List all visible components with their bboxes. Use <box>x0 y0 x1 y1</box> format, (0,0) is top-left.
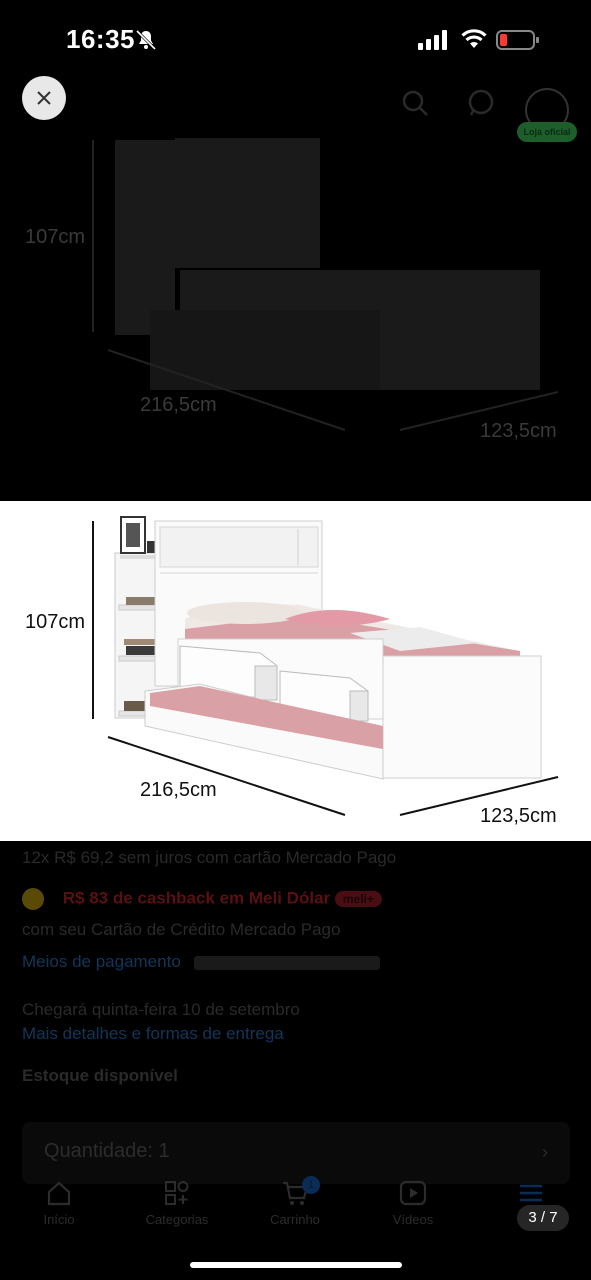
official-store-badge: Loja oficial <box>517 122 577 142</box>
height-dimension-label: 107cm <box>25 611 86 633</box>
background-width-label: 123,5cm <box>480 420 557 442</box>
home-indicator[interactable] <box>190 1262 402 1268</box>
cashback-row: R$ 83 de cashback em Meli Dólar meli+ <box>22 888 382 910</box>
product-image[interactable]: 107cm 216,5cm 123,5cm <box>0 501 591 841</box>
nav-cart[interactable]: 1 Carrinho <box>250 1176 340 1227</box>
cashback-text: R$ 83 de cashback em Meli Dólar <box>62 888 331 908</box>
nav-videos-label: Vídeos <box>392 1212 434 1227</box>
nav-categories[interactable]: Categorias <box>132 1178 222 1227</box>
delivery-details-link[interactable]: Mais detalhes e formas de entrega <box>22 1024 284 1044</box>
meli-coin-icon <box>22 888 44 910</box>
width-dimension-label: 123,5cm <box>480 805 557 827</box>
nav-cart-label: Carrinho <box>270 1212 320 1227</box>
nav-home[interactable]: Início <box>14 1178 104 1227</box>
close-button[interactable] <box>22 76 66 120</box>
background-product-image <box>92 138 559 431</box>
home-icon <box>47 1181 71 1206</box>
cart-count-badge: 1 <box>302 1176 320 1194</box>
payment-methods-link-label[interactable]: Meios de pagamento <box>22 952 181 971</box>
image-page-counter: 3 / 7 <box>517 1205 569 1231</box>
nav-categories-label: Categorias <box>145 1212 209 1227</box>
categories-icon <box>165 1181 189 1205</box>
nav-videos[interactable]: Vídeos <box>368 1178 458 1227</box>
length-dimension-label: 216,5cm <box>140 779 217 801</box>
background-length-label: 216,5cm <box>140 394 217 416</box>
bed-illustration <box>92 516 559 816</box>
close-icon <box>37 91 51 105</box>
stock-text: Estoque disponível <box>22 1066 178 1085</box>
card-note: com seu Cartão de Crédito Mercado Pago <box>22 920 341 939</box>
background-height-label: 107cm <box>25 226 86 248</box>
search-icon[interactable] <box>400 88 430 118</box>
meli-plus-badge: meli+ <box>334 891 382 908</box>
payment-methods-link[interactable]: Meios de pagamento <box>22 952 380 972</box>
quantity-label: Quantidade: 1 <box>44 1140 170 1162</box>
payment-logos-icon <box>193 955 380 970</box>
arrival-text: Chegará quinta-feira 10 de setembro <box>22 1000 300 1019</box>
installments-text: 12x R$ 69,2 sem juros com cartão Mercado… <box>22 848 397 867</box>
menu-icon <box>520 1184 542 1202</box>
nav-home-label: Início <box>43 1212 75 1227</box>
chevron-right-icon: › <box>542 1142 548 1162</box>
video-play-icon <box>399 1180 427 1206</box>
whatsapp-icon[interactable] <box>466 88 496 118</box>
